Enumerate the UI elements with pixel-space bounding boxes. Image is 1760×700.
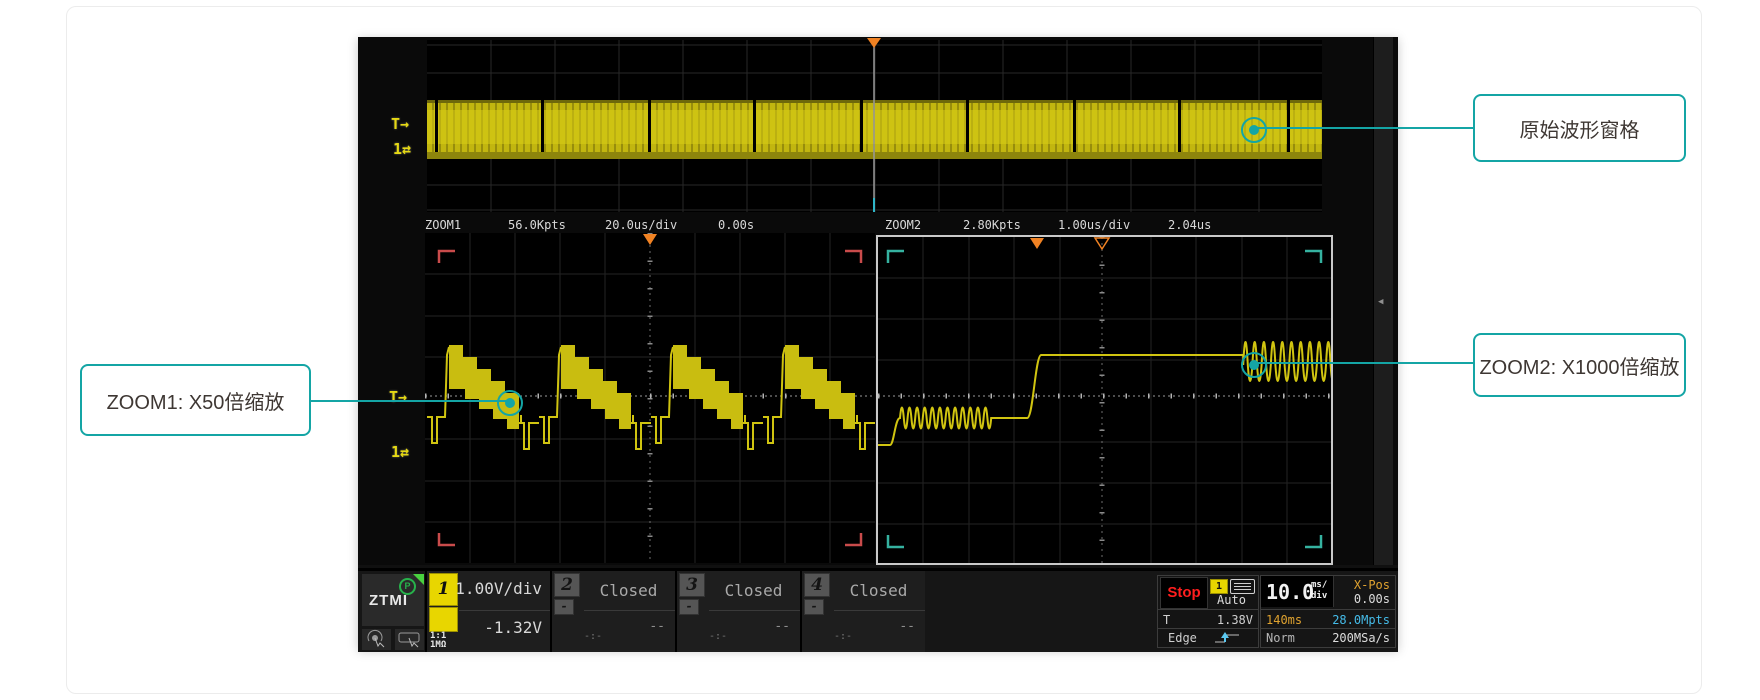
channel-2-tile[interactable]: 2 - Closed -- -:- [550, 571, 675, 652]
trigger-position-marker-icon[interactable] [867, 38, 881, 48]
zoom1-offset: 0.00s [718, 218, 754, 232]
sample-rate: 200MSa/s [1332, 631, 1390, 645]
press-icon [395, 629, 424, 650]
zoom1-trigger-marker[interactable]: T→ [389, 388, 407, 406]
channel-4-coupling-badge[interactable]: - [804, 599, 824, 615]
original-waveform-callout: 原始波形窗格 [1473, 94, 1686, 162]
channel-2-badge[interactable]: 2 [554, 573, 580, 597]
overview-waveform-panel [427, 40, 1322, 212]
tap-icon [362, 629, 391, 650]
record-time: 140ms [1266, 613, 1302, 627]
zoom2-timebase: 1.00us/div [1058, 218, 1130, 232]
channel-4-value: -- [899, 619, 915, 634]
timebase-status-block[interactable]: 10.0 ms/ div X-Pos 0.00s 140ms 28.0Mpts … [1260, 575, 1396, 648]
zoom2-offset: 2.04us [1168, 218, 1211, 232]
channel-3-badge[interactable]: 3 [679, 573, 705, 597]
zoom2-callout-marker [1241, 352, 1267, 378]
brand-logo: ZTMI [369, 592, 408, 609]
zoom1-callout-marker [497, 390, 523, 416]
status-bar: ZTMI P 1 [358, 568, 1398, 652]
trigger-sweep-mode[interactable]: Auto [1208, 593, 1255, 607]
channel-2-state: Closed [582, 581, 675, 600]
channel-3-state: Closed [707, 581, 800, 600]
channel-1-scale: 1.00V/div [455, 579, 542, 598]
timebase-unit: ms/ div [1311, 580, 1327, 602]
rising-edge-icon [1212, 630, 1252, 646]
timebase-row-divider1 [1261, 609, 1395, 610]
zoom1-window[interactable] [425, 233, 875, 563]
run-stop-button[interactable]: Stop [1160, 577, 1208, 609]
trigger-type[interactable]: Edge [1168, 631, 1197, 645]
trigger-status-block[interactable]: Stop 1 Auto T 1.38V Edge [1157, 575, 1259, 648]
channel-1-badge[interactable]: 1 [429, 573, 458, 606]
channel-1-coupling-badge[interactable] [429, 607, 458, 632]
zoom1-callout: ZOOM1: X50倍缩放 [80, 364, 311, 436]
trigger-row-divider2 [1158, 628, 1258, 629]
channel-2-time: -:- [584, 631, 602, 642]
acquisition-mode: Norm [1266, 631, 1295, 645]
keyboard-icon[interactable] [1230, 579, 1255, 594]
channel-1-offset: -1.32V [484, 618, 542, 637]
channel-4-badge[interactable]: 4 [804, 573, 830, 597]
zoom1-name: ZOOM1 [425, 218, 461, 232]
zoom2-callout: ZOOM2: X1000倍缩放 [1473, 333, 1686, 397]
timebase-tile[interactable]: 10.0 ms/ div [1261, 576, 1334, 607]
channel-2-divider [584, 610, 675, 611]
overview-channel1-marker[interactable]: 1⇄ [393, 140, 411, 158]
zoom2-callout-line [1258, 362, 1473, 364]
channel-2-value: -- [649, 619, 665, 634]
trigger-row-divider1 [1158, 609, 1258, 610]
channel-4-tile[interactable]: 4 - Closed -- -:- [800, 571, 925, 652]
side-panel-strip[interactable]: ◀ [1373, 37, 1393, 565]
xpos-value: 0.00s [1354, 592, 1390, 606]
channel-4-time: -:- [834, 631, 852, 642]
scope-display-area: T→ 1⇄ ZOOM1 56.0Kpts 20.0us/div 0.00s ZO… [358, 37, 1398, 565]
channel-4-divider [834, 610, 925, 611]
zoom1-points: 56.0Kpts [508, 218, 566, 232]
channel-3-time: -:- [709, 631, 727, 642]
original-callout-line [1258, 127, 1473, 129]
zoom2-window[interactable] [876, 235, 1333, 565]
zoom1-timebase: 20.0us/div [605, 218, 677, 232]
trigger-level: 1.38V [1217, 613, 1253, 627]
channel-3-value: -- [774, 619, 790, 634]
zoom1-waveform-svg [425, 233, 875, 563]
channel-1-impedance: 1MΩ [430, 640, 446, 650]
channel-1-divider [459, 610, 550, 611]
touch-press-button[interactable] [395, 629, 424, 650]
xpos-label: X-Pos [1354, 578, 1390, 592]
zoom1-callout-line [306, 400, 508, 402]
trigger-label: T [1163, 613, 1170, 627]
channel-2-coupling-badge[interactable]: - [554, 599, 574, 615]
record-points: 28.0Mpts [1332, 613, 1390, 627]
channel-4-state: Closed [832, 581, 925, 600]
trigger-source-badge[interactable]: 1 [1210, 579, 1228, 594]
zoom2-waveform-svg [878, 237, 1331, 563]
channel-1-tile[interactable]: 1 1:1 1MΩ 1.00V/div -1.32V [425, 571, 550, 652]
original-callout-marker [1241, 117, 1267, 143]
touch-gesture-button[interactable] [362, 629, 391, 650]
channel-3-coupling-badge[interactable]: - [679, 599, 699, 615]
channel-3-divider [709, 610, 800, 611]
zoom2-points: 2.80Kpts [963, 218, 1021, 232]
brand-tile[interactable]: ZTMI P [362, 574, 424, 626]
overview-trigger-marker[interactable]: T→ [391, 115, 409, 133]
channel-3-tile[interactable]: 3 - Closed -- -:- [675, 571, 800, 652]
timebase-row-divider2 [1261, 628, 1395, 629]
collapse-arrow-icon[interactable]: ◀ [1378, 297, 1383, 307]
page: T→ 1⇄ ZOOM1 56.0Kpts 20.0us/div 0.00s ZO… [0, 0, 1760, 700]
corner-flag-icon [413, 574, 424, 585]
overview-waveform-svg [427, 40, 1322, 212]
timebase-scale: 10.0 [1266, 580, 1314, 604]
zoom2-name: ZOOM2 [885, 218, 921, 232]
zoom1-channel1-marker[interactable]: 1⇄ [391, 443, 409, 461]
